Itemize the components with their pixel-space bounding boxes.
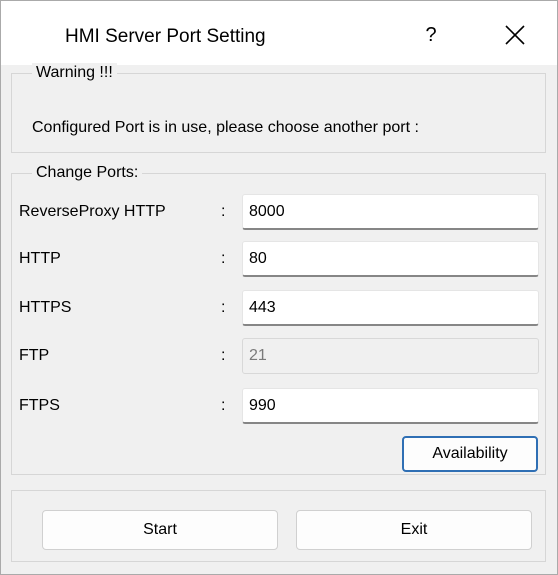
close-icon bbox=[505, 25, 525, 45]
port-separator: : bbox=[221, 250, 226, 267]
warning-group: Warning !!! Configured Port is in use, p… bbox=[11, 63, 546, 153]
port-separator: : bbox=[221, 397, 226, 414]
warning-legend: Warning !!! bbox=[32, 63, 117, 83]
http-port-input[interactable] bbox=[242, 241, 539, 277]
title-bar[interactable]: HMI Server Port Setting ? bbox=[1, 1, 557, 65]
reverseproxy-http-port-input[interactable] bbox=[242, 194, 539, 230]
exit-button[interactable]: Exit bbox=[296, 510, 532, 550]
ftp-port-input bbox=[242, 338, 539, 374]
dialog-title: HMI Server Port Setting bbox=[65, 26, 266, 47]
port-label-ftp: FTP bbox=[19, 347, 50, 364]
port-row-http: HTTP : bbox=[1, 241, 539, 277]
availability-button[interactable]: Availability bbox=[402, 436, 538, 472]
warning-message: Configured Port is in use, please choose… bbox=[32, 119, 419, 136]
port-row-ftps: FTPS : bbox=[1, 388, 539, 424]
change-ports-legend: Change Ports: bbox=[32, 163, 143, 183]
port-separator: : bbox=[221, 299, 226, 316]
port-setting-dialog: HMI Server Port Setting ? Warning !!! Co… bbox=[0, 0, 558, 575]
https-port-input[interactable] bbox=[242, 290, 539, 326]
help-icon: ? bbox=[425, 24, 437, 46]
port-row-ftp: FTP : bbox=[1, 338, 539, 374]
port-row-https: HTTPS : bbox=[1, 290, 539, 326]
close-button[interactable] bbox=[495, 17, 535, 53]
port-label-ftps: FTPS bbox=[19, 397, 60, 414]
ftps-port-input[interactable] bbox=[242, 388, 539, 424]
port-separator: : bbox=[221, 347, 226, 364]
port-separator: : bbox=[221, 203, 226, 220]
start-button[interactable]: Start bbox=[42, 510, 278, 550]
port-label-http: HTTP bbox=[19, 250, 61, 267]
help-button[interactable]: ? bbox=[411, 17, 451, 53]
port-label-https: HTTPS bbox=[19, 299, 72, 316]
port-row-reverseproxy-http: ReverseProxy HTTP : bbox=[1, 194, 539, 230]
port-label-reverseproxy-http: ReverseProxy HTTP bbox=[19, 203, 166, 220]
